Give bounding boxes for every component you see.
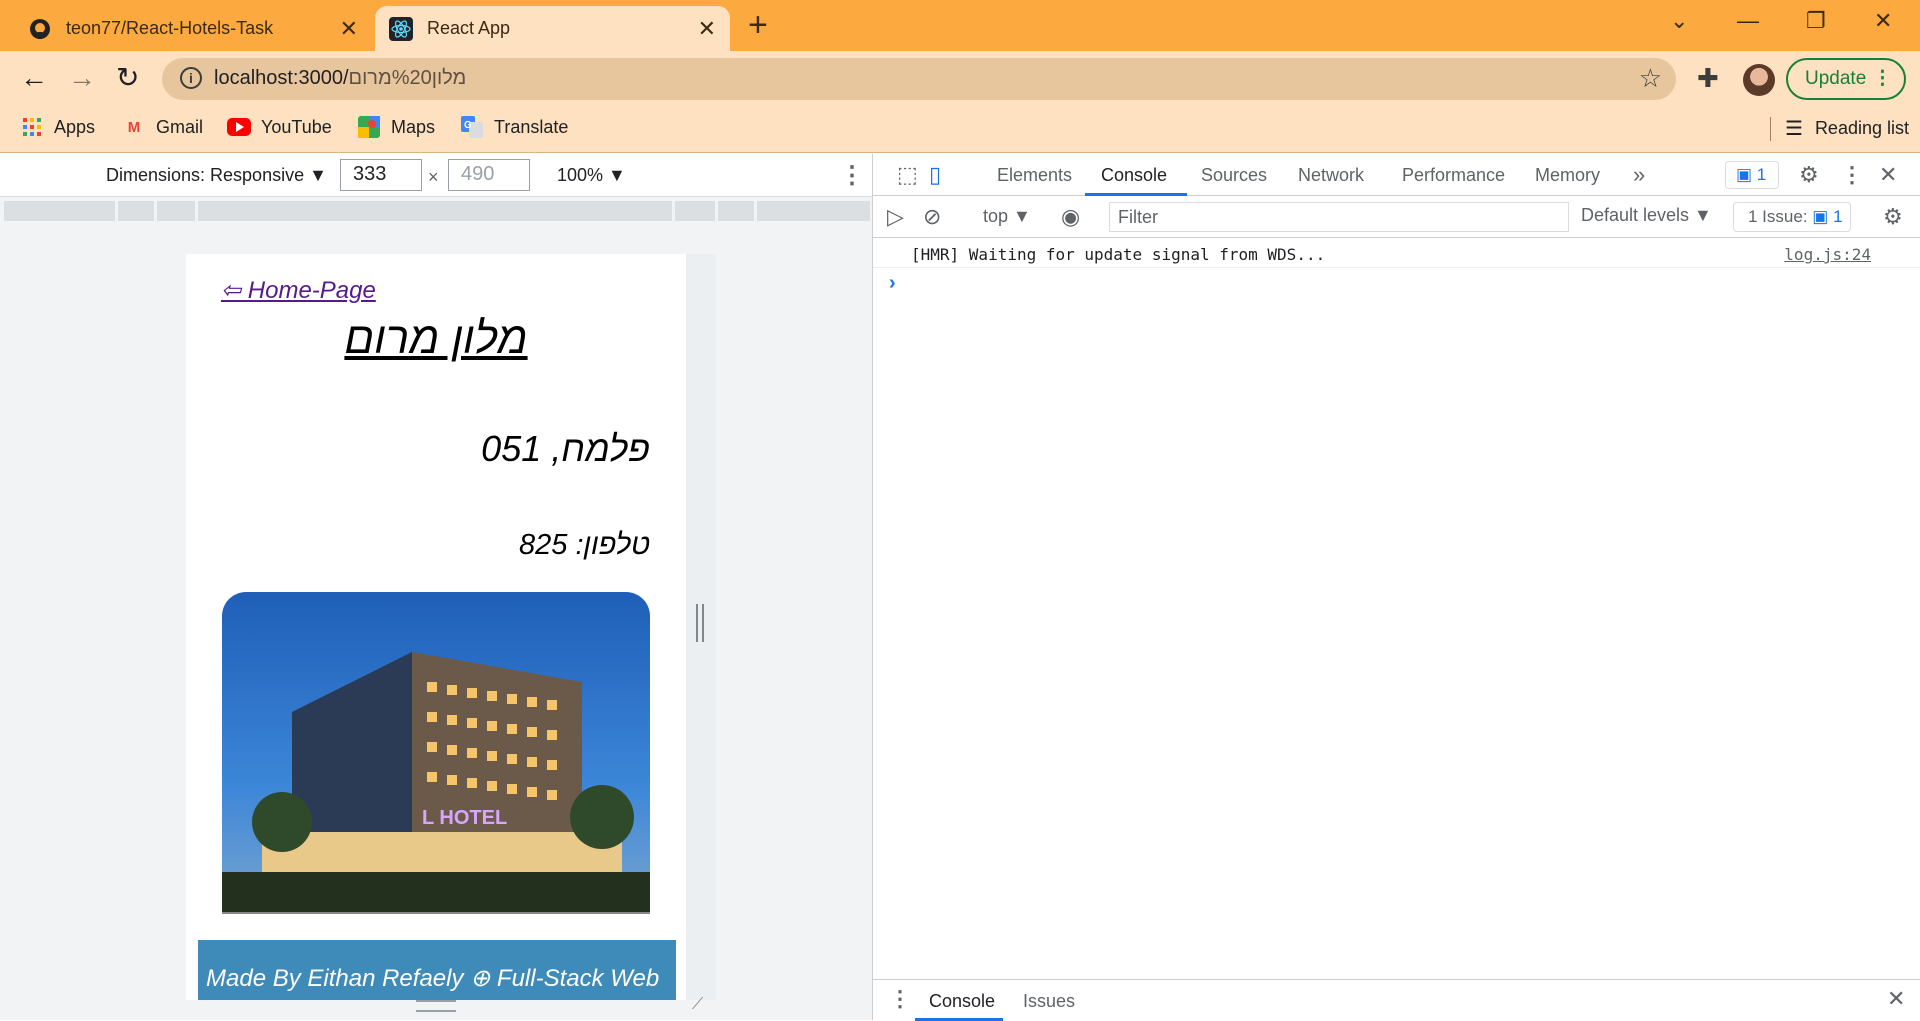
- react-icon: [389, 16, 413, 41]
- viewport-resize-handle[interactable]: [686, 254, 716, 1000]
- tab-title: teon77/React-Hotels-Task: [66, 18, 274, 38]
- devtools-panel: ⬚ ▯ Elements Console Sources Network Per…: [872, 154, 1920, 1021]
- media-query-ruler[interactable]: [4, 201, 870, 221]
- tab-memory[interactable]: Memory: [1535, 165, 1600, 186]
- times-sign: ×: [428, 167, 439, 187]
- new-tab-icon[interactable]: +: [748, 8, 768, 42]
- drawer-tab-console[interactable]: Console: [929, 991, 995, 1012]
- sidebar-toggle-icon[interactable]: ▷: [887, 204, 904, 230]
- bookmark-apps[interactable]: Apps: [20, 116, 95, 138]
- bookmark-translate[interactable]: G Translate: [460, 116, 568, 138]
- corner-resize-icon[interactable]: ⟋: [692, 996, 710, 1014]
- tab-elements[interactable]: Elements: [997, 165, 1072, 186]
- hotel-title: מלון מרום: [344, 314, 528, 363]
- tab-strip: teon77/React-Hotels-Task ✕ React App ✕ +…: [0, 0, 1920, 51]
- tab-performance[interactable]: Performance: [1402, 165, 1505, 186]
- tab-sources[interactable]: Sources: [1201, 165, 1267, 186]
- bookmark-maps[interactable]: Maps: [357, 116, 435, 138]
- bookmarks-bar: Apps M Gmail YouTube Maps G Translate ☰ …: [0, 107, 1920, 153]
- height-input[interactable]: 490: [448, 159, 530, 191]
- youtube-icon: [227, 116, 251, 138]
- browser-toolbar: ← → ↻ i localhost:3000/מלון%20מרום ☆ ✚ U…: [0, 51, 1920, 107]
- console-settings-gear-icon[interactable]: ⚙: [1883, 204, 1903, 230]
- minimize-icon[interactable]: —: [1737, 8, 1759, 34]
- devtools-drawer: ⋮ Console Issues ✕: [873, 979, 1920, 1021]
- zoom-select[interactable]: 100% ▼: [557, 165, 626, 186]
- messages-badge[interactable]: ▣ 1: [1725, 161, 1779, 189]
- console-message: [HMR] Waiting for update signal from WDS…: [873, 238, 1920, 268]
- back-arrow-icon[interactable]: ←: [20, 63, 48, 93]
- close-tab-icon[interactable]: ✕: [698, 16, 716, 42]
- hotel-address: פלמח, 051: [481, 428, 650, 469]
- github-icon: [28, 17, 52, 41]
- tab-search-chevron-icon[interactable]: ⌄: [1670, 8, 1688, 34]
- clear-console-icon[interactable]: ⊘: [923, 204, 941, 230]
- more-vert-icon: ⋮: [1873, 68, 1892, 89]
- url-text[interactable]: localhost:3000/מלון%20מרום: [214, 67, 466, 90]
- console-toolbar: ▷ ⊘ top ▼ ◉ Filter Default levels ▼ 1 Is…: [873, 196, 1920, 238]
- customize-more-icon[interactable]: ⋮: [1841, 162, 1863, 188]
- close-devtools-icon[interactable]: ✕: [1879, 162, 1897, 188]
- hotel-image: L HOTEL: [222, 592, 650, 914]
- console-prompt-icon[interactable]: ›: [889, 272, 896, 295]
- live-expression-eye-icon[interactable]: ◉: [1061, 204, 1080, 230]
- message-icon: ▣: [1736, 165, 1757, 184]
- tab-github[interactable]: teon77/React-Hotels-Task ✕: [14, 6, 372, 51]
- maps-icon: [357, 116, 381, 138]
- devtools-tab-bar: ⬚ ▯ Elements Console Sources Network Per…: [873, 154, 1920, 196]
- device-toggle-icon[interactable]: ▯: [929, 162, 941, 188]
- tab-title: React App: [427, 18, 511, 38]
- update-button[interactable]: Update ⋮: [1786, 58, 1906, 100]
- restore-icon[interactable]: ❐: [1806, 8, 1826, 34]
- width-input[interactable]: 333: [340, 159, 422, 191]
- reading-list-icon: ☰: [1785, 118, 1803, 140]
- bottom-resize-handle[interactable]: [416, 1000, 456, 1012]
- resize-grip-icon: [696, 604, 704, 642]
- footer-banner: Made By Eithan Refaely ⊕ Full-Stack Web: [198, 940, 676, 1000]
- close-tab-icon[interactable]: ✕: [340, 16, 358, 42]
- tab-react-app[interactable]: React App ✕: [375, 6, 730, 51]
- inspect-element-icon[interactable]: ⬚: [897, 162, 918, 188]
- more-options-icon[interactable]: ⋮: [840, 161, 864, 190]
- log-source-link[interactable]: log.js:24: [1784, 245, 1871, 264]
- issue-icon: ▣: [1812, 207, 1834, 226]
- tab-console[interactable]: Console: [1101, 165, 1167, 186]
- issues-button[interactable]: 1 Issue: ▣ 1: [1733, 202, 1851, 232]
- device-emulation-pane: Dimensions: Responsive ▼ 333 × 490 100% …: [0, 154, 872, 1020]
- divider: [1770, 116, 1771, 141]
- apps-grid-icon: [20, 116, 44, 138]
- device-toolbar: Dimensions: Responsive ▼ 333 × 490 100% …: [0, 154, 872, 197]
- hotel-sign-text: L HOTEL: [422, 807, 507, 829]
- reading-list[interactable]: ☰ Reading list: [1770, 116, 1909, 141]
- more-tabs-chevron-icon[interactable]: »: [1633, 162, 1645, 188]
- close-drawer-icon[interactable]: ✕: [1887, 986, 1905, 1012]
- gmail-icon: M: [127, 118, 141, 136]
- translate-icon: G: [460, 116, 484, 138]
- bookmark-gmail[interactable]: M Gmail: [122, 116, 203, 138]
- bookmark-youtube[interactable]: YouTube: [227, 116, 332, 138]
- reload-icon[interactable]: ↻: [116, 63, 139, 93]
- log-levels-select[interactable]: Default levels ▼: [1581, 205, 1712, 226]
- address-bar[interactable]: i localhost:3000/מלון%20מרום ☆: [162, 58, 1676, 100]
- dimensions-select[interactable]: Dimensions: Responsive ▼: [106, 165, 327, 186]
- emulated-viewport: ⇦ Home-Page מלון מרום פלמח, 051 טלפון: 8…: [186, 254, 686, 1000]
- forward-arrow-icon[interactable]: →: [68, 63, 96, 93]
- bookmark-star-icon[interactable]: ☆: [1639, 63, 1662, 94]
- hotel-phone: טלפון: 825: [519, 529, 650, 561]
- settings-gear-icon[interactable]: ⚙: [1799, 162, 1819, 188]
- window-close-icon[interactable]: ✕: [1874, 8, 1892, 34]
- profile-avatar[interactable]: [1743, 64, 1775, 96]
- extensions-puzzle-icon[interactable]: ✚: [1697, 63, 1719, 94]
- drawer-tab-issues[interactable]: Issues: [1023, 991, 1075, 1012]
- svg-text:G: G: [464, 120, 472, 131]
- site-info-icon[interactable]: i: [180, 67, 202, 89]
- context-select[interactable]: top ▼: [983, 206, 1031, 227]
- drawer-menu-icon[interactable]: ⋮: [889, 986, 911, 1012]
- home-page-link[interactable]: ⇦ Home-Page: [221, 276, 376, 305]
- filter-input[interactable]: Filter: [1109, 202, 1569, 232]
- tab-network[interactable]: Network: [1298, 165, 1364, 186]
